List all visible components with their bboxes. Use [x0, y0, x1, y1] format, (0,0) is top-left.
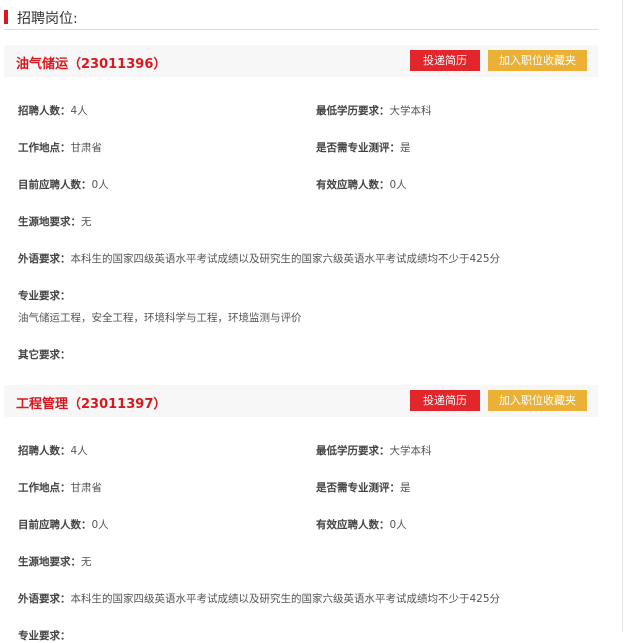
section-header: 招聘岗位: [4, 8, 598, 30]
scroll-divider [622, 0, 623, 632]
field-label: 外语要求： [18, 593, 71, 605]
apply-button[interactable]: 投递简历 [410, 50, 480, 71]
field-other: 其它要求： [18, 347, 71, 362]
field-test: 是否需专业测评：是 [316, 140, 411, 155]
field-label: 有效应聘人数： [316, 519, 390, 531]
field-label: 生源地要求： [18, 216, 81, 228]
field-lang: 外语要求：本科生的国家四级英语水平考试成绩以及研究生的国家六级英语水平考试成绩均… [18, 591, 500, 606]
field-value: 本科生的国家四级英语水平考试成绩以及研究生的国家六级英语水平考试成绩均不少于42… [70, 593, 501, 605]
job-card: 工程管理（23011397） 投递简历 加入职位收藏夹 [4, 385, 598, 417]
job-header: 工程管理（23011397） 投递简历 加入职位收藏夹 [4, 385, 598, 417]
accent-bar [4, 10, 8, 24]
field-value: 是 [400, 482, 411, 494]
job-title[interactable]: 工程管理（23011397） [16, 393, 166, 412]
field-value: 4人 [70, 105, 88, 117]
job-header: 油气储运（23011396） 投递简历 加入职位收藏夹 [4, 45, 598, 77]
field-label: 有效应聘人数： [316, 179, 390, 191]
add-favorite-button[interactable]: 加入职位收藏夹 [488, 390, 587, 411]
field-count: 招聘人数：4人 [18, 103, 88, 118]
field-edu: 最低学历要求：大学本科 [316, 443, 432, 458]
field-label: 工作地点： [18, 482, 71, 494]
field-src: 生源地要求：无 [18, 214, 92, 229]
field-value: 甘肃省 [70, 482, 103, 494]
field-value: 4人 [70, 445, 88, 457]
field-label: 生源地要求： [18, 556, 81, 568]
add-favorite-button[interactable]: 加入职位收藏夹 [488, 50, 587, 71]
field-value: 本科生的国家四级英语水平考试成绩以及研究生的国家六级英语水平考试成绩均不少于42… [70, 253, 501, 265]
field-value: 无 [81, 216, 92, 228]
apply-button[interactable]: 投递简历 [410, 390, 480, 411]
field-value: 无 [81, 556, 92, 568]
field-major: 专业要求： [18, 628, 71, 643]
field-label: 招聘人数： [18, 105, 71, 117]
field-label: 招聘人数： [18, 445, 71, 457]
field-lang: 外语要求：本科生的国家四级英语水平考试成绩以及研究生的国家六级英语水平考试成绩均… [18, 251, 500, 266]
field-cur: 目前应聘人数：0人 [18, 517, 109, 532]
field-label: 是否需专业测评： [316, 142, 400, 154]
field-edu: 最低学历要求：大学本科 [316, 103, 432, 118]
field-label: 目前应聘人数： [18, 179, 92, 191]
field-major-value: 油气储运工程，安全工程，环境科学与工程，环境监测与评价 [18, 312, 302, 324]
field-label: 专业要求： [18, 290, 71, 302]
field-cur: 目前应聘人数：0人 [18, 177, 109, 192]
field-value: 是 [400, 142, 411, 154]
section-title: 招聘岗位: [17, 11, 78, 27]
field-value: 0人 [91, 179, 109, 191]
field-test: 是否需专业测评：是 [316, 480, 411, 495]
field-count: 招聘人数：4人 [18, 443, 88, 458]
field-label: 外语要求： [18, 253, 71, 265]
field-src: 生源地要求：无 [18, 554, 92, 569]
field-label: 工作地点： [18, 142, 71, 154]
field-value: 0人 [389, 179, 407, 191]
field-label: 目前应聘人数： [18, 519, 92, 531]
field-value: 0人 [91, 519, 109, 531]
field-label: 最低学历要求： [316, 445, 390, 457]
field-label: 最低学历要求： [316, 105, 390, 117]
field-valid: 有效应聘人数：0人 [316, 177, 407, 192]
field-label: 是否需专业测评： [316, 482, 400, 494]
field-label: 其它要求： [18, 349, 71, 361]
field-value: 甘肃省 [70, 142, 103, 154]
field-loc: 工作地点：甘肃省 [18, 480, 102, 495]
field-valid: 有效应聘人数：0人 [316, 517, 407, 532]
field-loc: 工作地点：甘肃省 [18, 140, 102, 155]
job-title[interactable]: 油气储运（23011396） [16, 53, 166, 72]
field-value: 大学本科 [389, 445, 432, 457]
job-card: 油气储运（23011396） 投递简历 加入职位收藏夹 [4, 45, 598, 77]
field-major: 专业要求： [18, 288, 71, 303]
field-value: 0人 [389, 519, 407, 531]
field-value: 大学本科 [389, 105, 432, 117]
